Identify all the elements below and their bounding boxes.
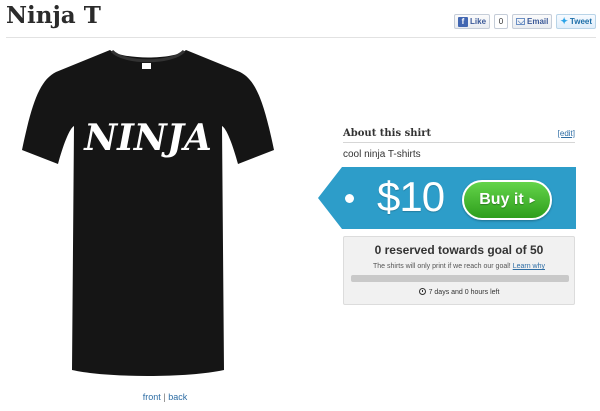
page-title: Ninja T — [6, 2, 101, 29]
time-left-text: 7 days and 0 hours left — [428, 289, 500, 296]
edit-link[interactable]: [edit] — [558, 129, 575, 138]
goal-note-text: The shirts will only print if we reach o… — [373, 263, 511, 270]
social-share-bar: f Like 0 Email ✦ Tweet — [454, 14, 596, 29]
buy-it-button[interactable]: Buy it ▸ — [462, 180, 552, 220]
email-share-button[interactable]: Email — [512, 14, 553, 29]
shirt-print-text: NINJA — [83, 117, 212, 159]
tshirt-illustration: NINJA — [22, 49, 274, 376]
front-view-link[interactable]: front — [143, 392, 161, 402]
time-remaining: 7 days and 0 hours left — [344, 288, 574, 296]
shirt-body — [22, 50, 274, 376]
about-header: About this shirt [edit] — [343, 128, 575, 139]
view-separator: | — [163, 392, 166, 402]
shirt-description: cool ninja T-shirts — [343, 149, 421, 160]
facebook-icon: f — [458, 16, 469, 27]
tweet-button[interactable]: ✦ Tweet — [556, 14, 596, 29]
buy-label: Buy it — [479, 191, 524, 208]
back-view-link[interactable]: back — [168, 392, 187, 402]
twitter-bird-icon: ✦ — [560, 16, 568, 26]
arrow-right-icon: ▸ — [529, 194, 535, 206]
view-switcher: front | back — [0, 392, 330, 402]
goal-note: The shirts will only print if we reach o… — [344, 263, 574, 270]
about-divider — [343, 142, 575, 143]
clock-icon — [418, 288, 426, 295]
facebook-like-button[interactable]: f Like — [454, 14, 491, 29]
shirt-tag — [142, 63, 151, 69]
title-divider — [6, 37, 596, 38]
campaign-goal-box: 0 reserved towards goal of 50 The shirts… — [343, 236, 575, 305]
like-count: 0 — [494, 14, 509, 29]
progress-bar — [351, 275, 569, 282]
like-label: Like — [470, 17, 487, 26]
email-label: Email — [527, 17, 549, 26]
price: $10 — [377, 173, 445, 220]
tag-hole — [345, 194, 354, 203]
about-title: About this shirt — [343, 128, 432, 139]
envelope-icon — [516, 18, 526, 25]
learn-why-link[interactable]: Learn why — [513, 263, 545, 270]
tweet-label: Tweet — [569, 17, 592, 26]
goal-status: 0 reserved towards goal of 50 — [374, 243, 544, 257]
shirt-image: NINJA — [18, 42, 278, 382]
